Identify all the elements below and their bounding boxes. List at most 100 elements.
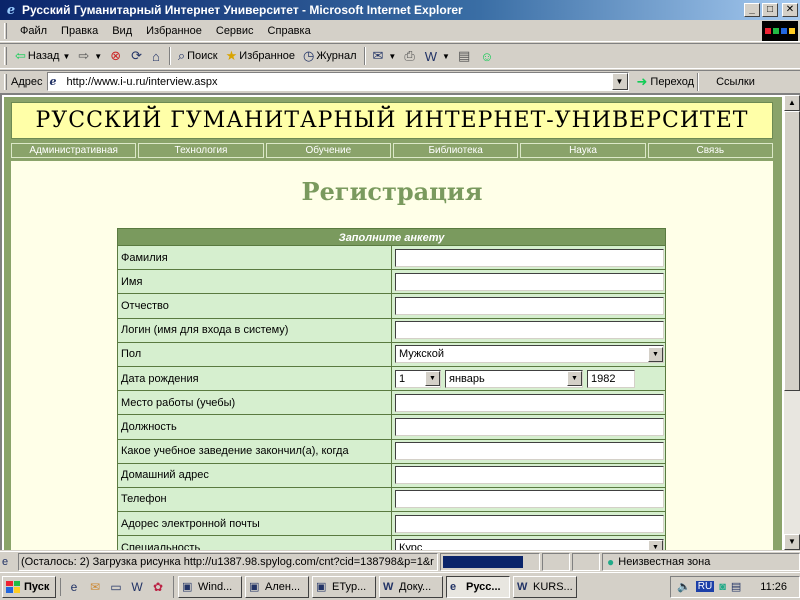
form-row-birthdate: Дата рождения 1 ▼ январь ▼ 1982	[117, 366, 666, 392]
toolbar-separator	[168, 47, 171, 65]
history-label: Журнал	[316, 50, 357, 62]
site-nav: Административная Технология Обучение Биб…	[11, 143, 773, 158]
search-button[interactable]: ⌕ Поиск	[174, 45, 222, 67]
form-row-education: Какое учебное заведение закончил(а), ког…	[117, 439, 666, 464]
task-button[interactable]: ▣ Ален...	[245, 575, 309, 598]
chevron-down-icon[interactable]: ▼	[567, 371, 582, 387]
window-title-bar[interactable]: e Русский Гуманитарный Интернет Универси…	[0, 0, 800, 20]
education-input[interactable]	[395, 442, 664, 461]
favorites-button[interactable]: ★ Избранное	[222, 45, 299, 67]
refresh-button[interactable]: ⟳	[127, 45, 148, 67]
patronymic-input[interactable]	[395, 296, 664, 315]
task-button[interactable]: W Доку...	[379, 575, 443, 598]
start-button[interactable]: Пуск	[2, 575, 56, 598]
messenger-button[interactable]: ☺	[476, 45, 499, 67]
refresh-icon: ⟳	[131, 48, 142, 63]
language-indicator[interactable]: RU	[695, 581, 715, 592]
nav-library[interactable]: Библиотека	[392, 143, 519, 158]
toolbar-grip[interactable]	[4, 22, 7, 39]
windows-flag-icon	[6, 580, 20, 593]
maximize-button[interactable]: □	[762, 3, 778, 17]
menu-view[interactable]: Вид	[105, 25, 139, 37]
volume-icon[interactable]: 🔈	[677, 580, 691, 593]
home-button[interactable]: ⌂	[148, 45, 166, 67]
minimize-button[interactable]: _	[744, 3, 760, 17]
phone-input[interactable]	[395, 490, 664, 509]
gender-select[interactable]: Мужской ▼	[395, 345, 664, 364]
task-button[interactable]: ▣ Wind...	[178, 575, 242, 598]
document-icon: ▤	[457, 48, 471, 63]
birth-month-value: январь	[449, 372, 485, 385]
scroll-down-button[interactable]: ▼	[784, 534, 800, 550]
search-icon: ⌕	[177, 48, 186, 63]
address-url[interactable]: http://www.i-u.ru/interview.aspx	[67, 76, 612, 88]
menu-help[interactable]: Справка	[261, 25, 318, 37]
mail-button[interactable]: ✉ ▼	[369, 45, 401, 67]
nav-technology[interactable]: Технология	[138, 143, 264, 158]
name-label: Имя	[118, 270, 392, 294]
menu-tools[interactable]: Сервис	[209, 25, 261, 37]
taskbar: Пуск e ✉ ▭ W ✿ ▣ Wind... ▣ Ален... ▣ ETyp..…	[0, 572, 800, 600]
toolbar-grip[interactable]	[4, 47, 7, 65]
security-zone: ● Неизвестная зона	[602, 552, 800, 571]
vertical-scrollbar[interactable]: ▲ ▼	[784, 95, 800, 550]
task-button[interactable]: W KURS...	[513, 575, 577, 598]
menu-file[interactable]: Файл	[13, 25, 54, 37]
chevron-down-icon[interactable]: ▼	[648, 346, 663, 362]
app-launch-icon[interactable]: ✿	[149, 578, 167, 596]
system-tray: 🔈 RU ◙ ▤ 11:26	[670, 575, 800, 598]
nav-education[interactable]: Обучение	[265, 143, 391, 158]
birth-year-input[interactable]: 1982	[587, 369, 635, 388]
scroll-thumb[interactable]	[784, 111, 800, 391]
form-row-gender: Пол Мужской ▼	[117, 342, 666, 367]
birth-month-select[interactable]: январь ▼	[445, 369, 583, 388]
menu-favorites[interactable]: Избранное	[139, 25, 209, 37]
name-input[interactable]	[395, 272, 664, 291]
address-dropdown-button[interactable]: ▼	[611, 73, 628, 90]
desktop-launch-icon[interactable]: ▭	[107, 578, 125, 596]
ie-launch-icon[interactable]: e	[65, 578, 83, 596]
chevron-down-icon[interactable]: ▼	[648, 540, 663, 550]
dropdown-arrow-icon[interactable]: ▼	[94, 52, 102, 61]
birth-day-select[interactable]: 1 ▼	[395, 369, 441, 388]
history-button[interactable]: ◷ Журнал	[299, 45, 360, 67]
position-input[interactable]	[395, 417, 664, 436]
dropdown-arrow-icon[interactable]: ▼	[388, 52, 396, 61]
scroll-up-button[interactable]: ▲	[784, 95, 800, 111]
address-bar: Адрес e http://www.i-u.ru/interview.aspx…	[0, 70, 800, 92]
back-button[interactable]: ⇦ Назад ▼	[11, 45, 74, 67]
tray-app-icon[interactable]: ▤	[731, 580, 741, 593]
login-input[interactable]	[395, 321, 664, 340]
network-icon[interactable]: ◙	[719, 581, 726, 593]
nav-contact[interactable]: Связь	[647, 143, 773, 158]
links-button[interactable]: Ссылки	[716, 76, 755, 88]
dropdown-arrow-icon[interactable]: ▼	[62, 52, 70, 61]
email-input[interactable]	[395, 514, 664, 533]
print-button[interactable]: ⎙	[400, 45, 420, 67]
close-button[interactable]: ✕	[782, 3, 798, 17]
outlook-launch-icon[interactable]: ✉	[86, 578, 104, 596]
surname-input[interactable]	[395, 248, 664, 267]
edit-button[interactable]: W ▼	[421, 45, 454, 67]
task-label: Русс...	[466, 580, 501, 593]
word-icon: W	[383, 580, 394, 593]
task-button-active[interactable]: e Русс...	[446, 575, 510, 598]
nav-admin[interactable]: Административная	[11, 143, 137, 158]
word-launch-icon[interactable]: W	[128, 578, 146, 596]
stop-button[interactable]: ⊗	[106, 45, 127, 67]
start-label: Пуск	[24, 580, 50, 593]
star-icon: ★	[225, 48, 238, 63]
chevron-down-icon[interactable]: ▼	[425, 371, 440, 387]
workplace-input[interactable]	[395, 393, 664, 412]
home-address-input[interactable]	[395, 466, 664, 485]
discuss-button[interactable]: ▤	[454, 45, 476, 67]
menu-edit[interactable]: Правка	[54, 25, 105, 37]
go-button[interactable]: ➜ Переход	[637, 74, 695, 90]
forward-button[interactable]: ⇨ ▼	[74, 45, 106, 67]
address-input[interactable]: e http://www.i-u.ru/interview.aspx ▼	[46, 72, 629, 91]
toolbar-grip[interactable]	[4, 73, 7, 90]
nav-science[interactable]: Наука	[520, 143, 646, 158]
task-button[interactable]: ▣ ETyp...	[312, 575, 376, 598]
specialty-select[interactable]: Курс ▼	[395, 538, 664, 550]
dropdown-arrow-icon[interactable]: ▼	[442, 52, 450, 61]
